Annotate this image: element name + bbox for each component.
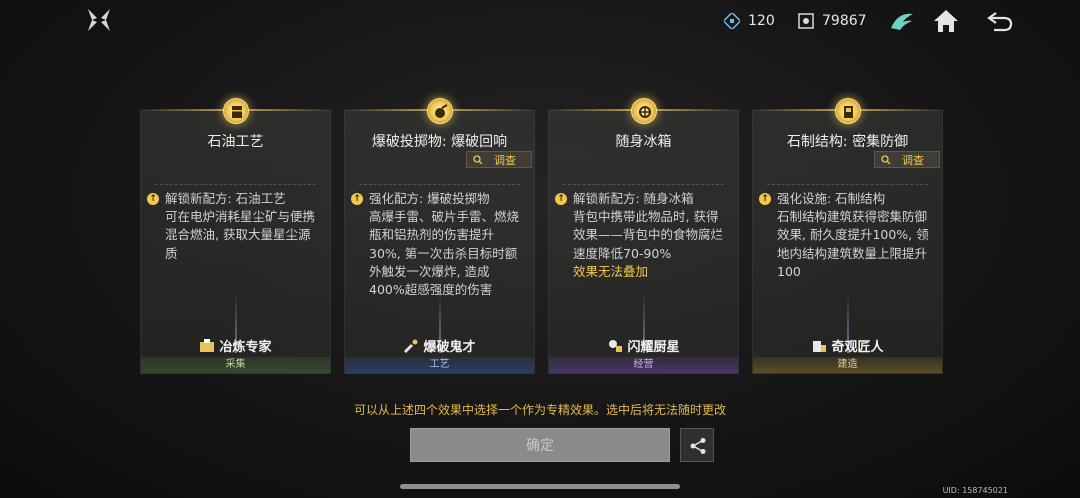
card-divider	[155, 184, 316, 185]
magnifier-icon	[881, 154, 891, 164]
card-title: 石油工艺	[207, 134, 264, 150]
coin-count: 79867	[822, 13, 867, 29]
desc-body: 背包中携带此物品时, 获得效果——背包中的食物腐烂速度降低70-90%	[573, 209, 724, 261]
top-bar: 120 79867	[0, 0, 1080, 42]
confirm-button[interactable]: 确定	[410, 428, 670, 462]
cooler-icon	[638, 106, 651, 118]
desc-head: 解锁新配方: 石油工艺	[165, 191, 286, 206]
probe-label: 调查	[902, 153, 924, 167]
card-badge	[630, 98, 657, 124]
card-title: 随身冰箱	[615, 134, 672, 150]
probe-label: 调查	[494, 153, 516, 167]
resource-coin: 79867	[798, 12, 867, 30]
card-description: ↑ 强化配方: 爆破投掷物 高爆手雷、破片手雷、燃烧瓶和铝热剂的伤害提升30%,…	[351, 190, 524, 299]
oil-barrel-icon	[231, 106, 242, 118]
skill-name: 闪耀厨星	[549, 336, 738, 355]
upgrade-arrow-icon: ↑	[759, 193, 771, 205]
card-petroleum[interactable]: 石油工艺 ↑ 解锁新配方: 石油工艺 可在电炉消耗星尘矿与便携混合燃油, 获取大…	[137, 98, 334, 374]
structure-icon	[843, 106, 853, 118]
card-title: 爆破投掷物: 爆破回响	[371, 134, 508, 150]
blast-icon	[404, 339, 418, 353]
desc-head: 解锁新配方: 随身冰箱	[573, 191, 694, 206]
builder-icon	[813, 340, 827, 352]
card-divider	[767, 184, 928, 185]
coin-icon	[798, 13, 814, 29]
card-divider	[563, 184, 724, 185]
desc-body: 高爆手雷、破片手雷、燃烧瓶和铝热剂的伤害提升30%, 第一次击杀目标时额外触发一…	[369, 209, 520, 298]
card-divider	[359, 184, 520, 185]
card-badge	[426, 98, 453, 124]
user-id: UID: 158745021	[942, 486, 1008, 495]
card-stone-structure[interactable]: 石制结构: 密集防御 调查 ↑ 强化设施: 石制结构 石制结构建筑获得密集防御效…	[749, 98, 946, 374]
back-icon[interactable]	[986, 8, 1014, 34]
card-blast-throwables[interactable]: 爆破投掷物: 爆破回响 调查 ↑ 强化配方: 爆破投掷物 高爆手雷、破片手雷、燃…	[341, 98, 538, 374]
category-tag: 建造	[753, 357, 942, 373]
probe-button[interactable]: 调查	[874, 151, 940, 168]
specialization-cards: 石油工艺 ↑ 解锁新配方: 石油工艺 可在电炉消耗星尘矿与便携混合燃油, 获取大…	[137, 98, 946, 376]
card-description: ↑ 强化设施: 石制结构 石制结构建筑获得密集防御效果, 耐久度提升100%, …	[759, 190, 932, 281]
smelt-icon	[200, 338, 215, 352]
card-title: 石制结构: 密集防御	[786, 134, 909, 150]
grenade-icon	[434, 104, 448, 118]
card-portable-cooler[interactable]: 随身冰箱 ↑ 解锁新配方: 随身冰箱 背包中携带此物品时, 获得效果——背包中的…	[545, 98, 742, 374]
home-icon[interactable]	[932, 8, 960, 34]
resource-crystal: 120	[724, 12, 775, 30]
desc-note: 效果无法叠加	[573, 263, 649, 279]
magnifier-icon	[473, 154, 483, 164]
card-description: ↑ 解锁新配方: 随身冰箱 背包中携带此物品时, 获得效果——背包中的食物腐烂速…	[555, 190, 728, 281]
share-icon	[690, 438, 706, 454]
card-description: ↑ 解锁新配方: 石油工艺 可在电炉消耗星尘矿与便携混合燃油, 获取大量星尘源质	[147, 190, 320, 263]
crystal-count: 120	[748, 13, 775, 29]
desc-body: 可在电炉消耗星尘矿与便携混合燃油, 获取大量星尘源质	[165, 209, 316, 261]
upgrade-arrow-icon: ↑	[351, 193, 363, 205]
skill-name: 爆破鬼才	[345, 336, 534, 355]
desc-body: 石制结构建筑获得密集防御效果, 耐久度提升100%, 领地内结构建筑数量上限提升…	[777, 209, 929, 279]
probe-button[interactable]: 调查	[466, 151, 532, 168]
energy-crystal-icon	[724, 13, 740, 29]
card-badge	[222, 98, 249, 124]
menu-logo-icon[interactable]	[86, 7, 112, 33]
upgrade-arrow-icon: ↑	[147, 193, 159, 205]
category-tag: 经营	[549, 357, 738, 373]
skill-name: 冶炼专家	[141, 336, 330, 355]
desc-head: 强化配方: 爆破投掷物	[369, 191, 490, 206]
selection-notice: 可以从上述四个效果中选择一个作为专精效果。选中后将无法随时更改	[353, 403, 726, 417]
desc-head: 强化设施: 石制结构	[777, 191, 886, 206]
chef-icon	[609, 339, 623, 352]
skill-name: 奇观匠人	[753, 336, 942, 355]
card-badge	[834, 98, 861, 124]
category-tag: 工艺	[345, 357, 534, 373]
bird-emblem-icon[interactable]	[888, 8, 916, 34]
upgrade-arrow-icon: ↑	[555, 193, 567, 205]
share-button[interactable]	[680, 428, 714, 462]
category-tag: 采集	[141, 357, 330, 373]
home-indicator[interactable]	[400, 484, 680, 489]
